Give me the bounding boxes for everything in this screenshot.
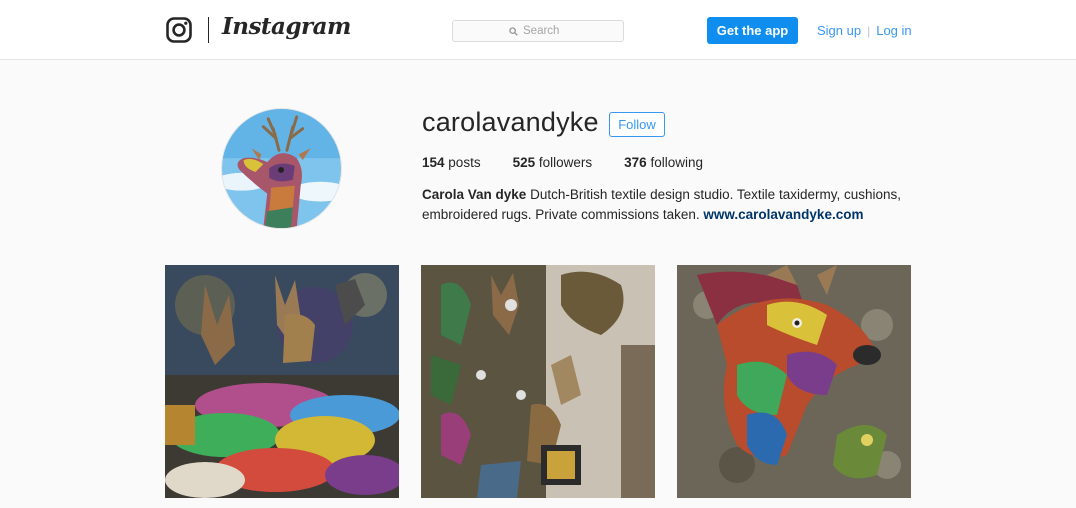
top-navigation-bar: Instagram Get the app Sign up | Log in bbox=[0, 0, 1076, 60]
profile-stats: 154 posts 525 followers 376 following bbox=[422, 155, 735, 170]
profile-website-link[interactable]: www.carolavandyke.com bbox=[703, 207, 863, 222]
profile-avatar[interactable] bbox=[221, 108, 342, 229]
following-count[interactable]: 376 following bbox=[624, 155, 703, 170]
search-icon bbox=[509, 26, 518, 36]
auth-links: Sign up | Log in bbox=[817, 23, 912, 38]
instagram-wordmark[interactable]: Instagram bbox=[222, 13, 351, 40]
instagram-glyph-icon[interactable] bbox=[166, 17, 192, 43]
post-thumbnail[interactable] bbox=[421, 265, 655, 498]
sign-up-link[interactable]: Sign up bbox=[817, 23, 861, 38]
profile-username: carolavandyke bbox=[422, 107, 599, 137]
followers-count[interactable]: 525 followers bbox=[513, 155, 593, 170]
profile-full-name: Carola Van dyke bbox=[422, 187, 527, 202]
search-input[interactable] bbox=[523, 25, 567, 37]
log-in-link[interactable]: Log in bbox=[876, 23, 911, 38]
search-box[interactable] bbox=[452, 20, 624, 42]
post-thumbnail[interactable] bbox=[677, 265, 911, 498]
auth-separator: | bbox=[867, 23, 871, 38]
post-thumbnail[interactable] bbox=[165, 265, 399, 498]
logo-divider bbox=[208, 17, 209, 43]
posts-count: 154 posts bbox=[422, 155, 481, 170]
get-the-app-button[interactable]: Get the app bbox=[707, 17, 798, 44]
follow-button[interactable]: Follow bbox=[609, 112, 665, 137]
profile-bio: Carola Van dyke Dutch-British textile de… bbox=[422, 185, 922, 224]
